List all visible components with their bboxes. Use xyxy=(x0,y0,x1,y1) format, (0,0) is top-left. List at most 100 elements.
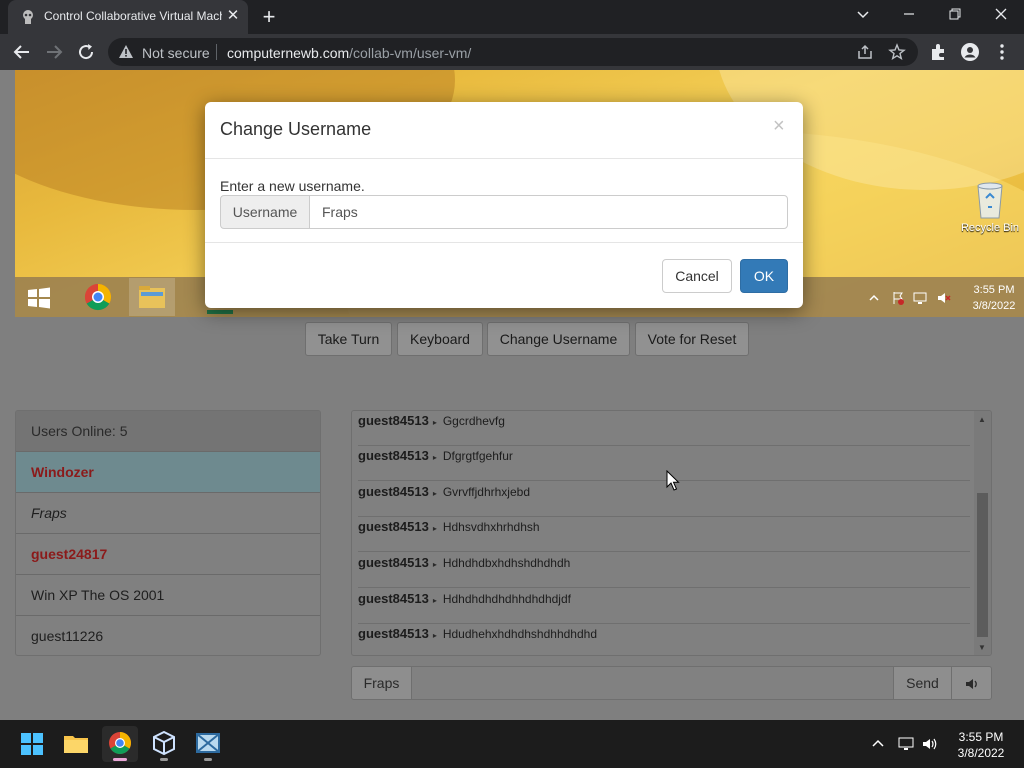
new-tab-icon[interactable]: + xyxy=(258,6,280,28)
chat-username[interactable]: guest84513 xyxy=(358,519,429,534)
tray-chevron-icon[interactable] xyxy=(870,736,886,752)
user-item[interactable]: guest11226 xyxy=(16,616,320,655)
url-domain: computernewb.com xyxy=(227,45,350,61)
change-username-button[interactable]: Change Username xyxy=(487,322,630,356)
ok-button[interactable]: OK xyxy=(740,259,788,293)
running-app-indicator xyxy=(160,758,168,761)
take-turn-button[interactable]: Take Turn xyxy=(305,322,392,356)
vm-chrome-icon[interactable] xyxy=(75,278,121,316)
modal-body: Enter a new username. Username Fraps xyxy=(205,159,803,243)
warning-icon[interactable] xyxy=(118,44,134,60)
vm-tray-chevron-icon[interactable] xyxy=(867,291,881,305)
profile-icon[interactable] xyxy=(960,42,980,62)
os-clock[interactable]: 3:55 PM 3/8/2022 xyxy=(946,729,1016,761)
tab-search-icon[interactable] xyxy=(840,0,886,34)
chat-text: Ggcrdhevfg xyxy=(442,414,505,428)
modal-title: Change Username xyxy=(220,119,372,139)
os-taskbar: 3:55 PM 3/8/2022 xyxy=(0,720,1024,768)
username-input-group: Username Fraps xyxy=(220,195,788,229)
volume-icon[interactable] xyxy=(922,736,938,752)
users-online-header: Users Online: 5 xyxy=(16,411,320,452)
restore-icon[interactable] xyxy=(932,0,978,34)
chat-message: guest84513 ▸ Hdhdhdbxhdhshdhdhdh xyxy=(358,553,970,588)
chat-message-input[interactable] xyxy=(411,666,894,700)
modal-header: Change Username × xyxy=(205,102,803,159)
browser-toolbar: Not secure computernewb.com/collab-vm/us… xyxy=(0,34,1024,70)
vm-network-icon[interactable] xyxy=(913,291,927,305)
chat-arrow-icon: ▸ xyxy=(432,524,437,533)
browser-tab[interactable]: Control Collaborative Virtual Machine ✕ xyxy=(8,0,248,34)
chat-username[interactable]: guest84513 xyxy=(358,484,429,499)
modal-close-icon[interactable]: × xyxy=(773,116,785,136)
recycle-bin[interactable]: Recycle Bin xyxy=(959,180,1021,234)
chat-message: guest84513 ▸ Dfgrgtfgehfur xyxy=(358,446,970,481)
chat-username[interactable]: guest84513 xyxy=(358,448,429,463)
change-username-modal: Change Username × Enter a new username. … xyxy=(205,102,803,308)
os-clock-date: 3/8/2022 xyxy=(957,746,1005,760)
window-close-icon[interactable] xyxy=(978,0,1024,34)
vm-clock[interactable]: 3:55 PM 3/8/2022 xyxy=(965,282,1023,314)
active-app-indicator xyxy=(113,758,127,761)
chat-username[interactable]: guest84513 xyxy=(358,626,429,641)
user-item[interactable]: guest24817 xyxy=(16,534,320,575)
windows-start-icon[interactable] xyxy=(14,726,50,762)
reload-icon[interactable] xyxy=(74,40,98,64)
sound-toggle-button[interactable] xyxy=(951,666,992,700)
username-addon-label: Username xyxy=(220,195,310,229)
keyboard-button[interactable]: Keyboard xyxy=(397,322,483,356)
bookmark-star-icon[interactable] xyxy=(888,43,906,61)
vm-explorer-icon[interactable] xyxy=(129,278,175,316)
chat-arrow-icon: ▸ xyxy=(432,631,437,640)
tab-title: Control Collaborative Virtual Machine xyxy=(44,9,222,23)
chat-text: Hdudhehxhdhdhshdhhdhdhd xyxy=(442,627,597,641)
chat-message: guest84513 ▸ Hdhsvdhxhrhdhsh xyxy=(358,517,970,552)
running-app-indicator xyxy=(204,758,212,761)
forward-icon[interactable] xyxy=(42,40,66,64)
username-input[interactable]: Fraps xyxy=(309,195,788,229)
file-explorer-icon[interactable] xyxy=(58,726,94,762)
cancel-button[interactable]: Cancel xyxy=(662,259,732,293)
address-bar[interactable]: Not secure computernewb.com/collab-vm/us… xyxy=(108,38,918,66)
chat-username[interactable]: guest84513 xyxy=(358,591,429,606)
user-item[interactable]: Windozer xyxy=(16,452,320,493)
chat-arrow-icon: ▸ xyxy=(432,489,437,498)
chat-text: Gvrvffjdhrhxjebd xyxy=(442,485,530,499)
os-clock-time: 3:55 PM xyxy=(958,730,1004,744)
chat-nick-label: Fraps xyxy=(351,666,412,700)
extensions-icon[interactable] xyxy=(928,42,948,62)
chat-scrollbar[interactable]: ▲ ▼ xyxy=(974,411,991,655)
chat-username[interactable]: guest84513 xyxy=(358,555,429,570)
chat-message: guest84513 ▸ Hdudhehxhdhdhshdhhdhdhd xyxy=(358,624,970,655)
chat-message: guest84513 ▸ Hdhdhdhdhdhhdhdhdjdf xyxy=(358,589,970,624)
send-button[interactable]: Send xyxy=(893,666,952,700)
scrollbar-thumb[interactable] xyxy=(977,493,988,637)
recycle-bin-label: Recycle Bin xyxy=(960,222,1020,234)
chat-text: Dfgrgtfgehfur xyxy=(442,449,513,463)
chat-arrow-icon: ▸ xyxy=(432,560,437,569)
virtualbox-icon[interactable] xyxy=(146,726,182,762)
chat-username[interactable]: guest84513 xyxy=(358,413,429,428)
user-item-self[interactable]: Fraps xyxy=(16,493,320,534)
chrome-taskbar-icon[interactable] xyxy=(102,726,138,762)
network-icon[interactable] xyxy=(898,736,914,752)
chat-arrow-icon: ▸ xyxy=(432,418,437,427)
vm-action-center-icon[interactable] xyxy=(891,291,905,305)
back-icon[interactable] xyxy=(10,40,34,64)
tab-close-icon[interactable]: ✕ xyxy=(224,7,242,25)
scroll-down-icon[interactable]: ▼ xyxy=(978,643,986,652)
minimize-icon[interactable] xyxy=(886,0,932,34)
menu-kebab-icon[interactable] xyxy=(992,42,1012,62)
vote-reset-button[interactable]: Vote for Reset xyxy=(635,322,749,356)
mouse-cursor-icon xyxy=(666,469,680,497)
user-item[interactable]: Win XP The OS 2001 xyxy=(16,575,320,616)
vm-manager-icon[interactable] xyxy=(190,726,226,762)
vm-volume-mute-icon[interactable] xyxy=(937,291,951,305)
scroll-up-icon[interactable]: ▲ xyxy=(978,415,986,424)
share-icon[interactable] xyxy=(856,43,874,61)
chat-input-row: Fraps Send xyxy=(351,666,992,700)
vm-start-windows-icon[interactable] xyxy=(27,286,51,310)
chat-text: Hdhsvdhxhrhdhsh xyxy=(442,520,540,534)
chat-panel[interactable]: guest84513 ▸ Ggcrdhevfg guest84513 ▸ Dfgrgtf… xyxy=(351,410,992,656)
url-text[interactable]: computernewb.com/collab-vm/user-vm/ xyxy=(227,45,471,61)
security-label[interactable]: Not secure xyxy=(142,45,210,61)
